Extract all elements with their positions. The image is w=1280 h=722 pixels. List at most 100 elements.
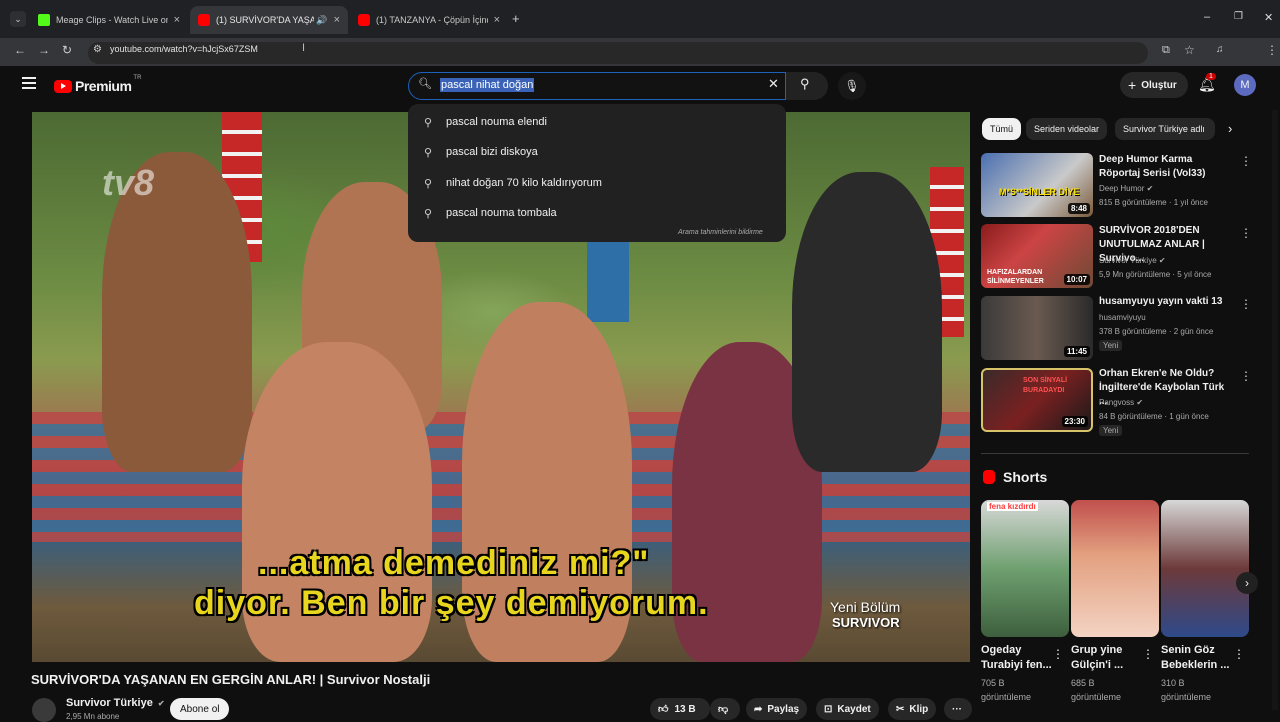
video-meta: 815 B görüntüleme · 1 yıl önce bbox=[1099, 198, 1208, 207]
chevron-right-icon[interactable]: › bbox=[1228, 121, 1232, 136]
channel-name-text: Survivor Türkiye bbox=[1099, 256, 1157, 265]
video-thumbnail[interactable]: 11:45 bbox=[981, 296, 1093, 360]
page-scrollbar[interactable] bbox=[1272, 110, 1278, 710]
more-options-icon[interactable]: ⋮ bbox=[1240, 154, 1252, 168]
thumbs-down-icon: 👎︎ bbox=[718, 704, 729, 715]
bookmark-star-icon[interactable]: ☆ bbox=[1184, 43, 1195, 57]
short-views: 685 B görüntüleme bbox=[1071, 676, 1121, 704]
hamburger-menu-icon[interactable] bbox=[22, 77, 36, 89]
logo-text: Premium bbox=[75, 78, 132, 94]
voice-search-button[interactable]: 🎙︎ bbox=[838, 72, 866, 100]
video-thumbnail[interactable]: SON SİNYALİ BURADAYDI 23:30 bbox=[981, 368, 1093, 432]
thumbnail-caption: HAFIZALARDAN SİLİNMEYENLER bbox=[987, 269, 1044, 285]
save-button[interactable]: ⊡ Kaydet bbox=[816, 698, 879, 720]
like-button[interactable]: 👍︎ 13 B bbox=[650, 698, 710, 720]
site-info-icon[interactable]: ⚙ bbox=[93, 44, 102, 55]
subscribe-button[interactable]: Abone ol bbox=[170, 698, 230, 720]
reload-icon[interactable]: ↻ bbox=[62, 43, 72, 57]
tab-title: (1) SURVİVOR'DA YAŞANAN bbox=[216, 15, 315, 25]
logo-country-code: TR bbox=[133, 75, 142, 81]
more-options-icon[interactable]: ⋮ bbox=[1240, 369, 1252, 383]
chip-series-videos[interactable]: Seriden videolar bbox=[1026, 118, 1108, 140]
clear-search-icon[interactable]: ✕ bbox=[768, 76, 779, 92]
suggestion-item[interactable]: pascal nouma elendi bbox=[446, 116, 547, 128]
close-tab-icon[interactable]: × bbox=[334, 14, 340, 26]
video-title[interactable]: Deep Humor Karma Röportaj Serisi (Vol33) bbox=[1099, 153, 1234, 181]
chip-all[interactable]: Tümü bbox=[982, 118, 1022, 140]
views-label: görüntüleme bbox=[981, 692, 1032, 702]
video-title[interactable]: husamyuyu yayın vakti 13 bbox=[1099, 295, 1234, 309]
report-predictions-link[interactable]: Arama tahminlerini bildirme bbox=[678, 229, 763, 236]
clip-button[interactable]: ✂ Klip bbox=[888, 698, 937, 720]
create-button[interactable]: + Oluştur bbox=[1120, 72, 1188, 98]
channel-name-text: Deep Humor bbox=[1099, 184, 1145, 193]
more-options-icon[interactable]: ⋮ bbox=[1240, 297, 1252, 311]
forward-arrow-icon[interactable]: → bbox=[38, 43, 50, 57]
browser-tab-tanzanya[interactable]: (1) TANZANYA - Çöpün İçinde × bbox=[350, 6, 508, 34]
short-title[interactable]: Grup yine Gülçin'i ... bbox=[1071, 643, 1143, 673]
channel-name[interactable]: Survivor Türkiye ✔ bbox=[66, 697, 165, 709]
short-title[interactable]: Senin Göz Bebeklerin ... bbox=[1161, 643, 1233, 673]
video-thumbnail[interactable]: M*S**SİNLER DİYE 8:48 bbox=[981, 153, 1093, 217]
close-window-button[interactable]: ✕ bbox=[1264, 11, 1273, 24]
channel-name[interactable]: Deep Humor ✔ bbox=[1099, 184, 1153, 193]
views-count: 705 B bbox=[981, 678, 1005, 688]
duration-badge: 23:30 bbox=[1061, 416, 1088, 427]
suggestion-item[interactable]: pascal bizi diskoya bbox=[446, 146, 538, 158]
tab-title: (1) TANZANYA - Çöpün İçinde bbox=[376, 15, 488, 25]
share-button[interactable]: ➦ Paylaş bbox=[746, 698, 808, 720]
browser-tab-kick[interactable]: Meage Clips - Watch Live on Ki × bbox=[30, 6, 188, 34]
short-title[interactable]: Ogeday Turabiyi fen... bbox=[981, 643, 1053, 673]
youtube-play-icon bbox=[54, 79, 72, 93]
browser-menu-icon[interactable]: ⋮ bbox=[1266, 43, 1278, 57]
cast-icon[interactable]: ⧉ bbox=[1162, 44, 1170, 57]
thumbnail-caption: M*S**SİNLER DİYE bbox=[999, 187, 1080, 197]
short-views: 705 B görüntüleme bbox=[981, 676, 1031, 704]
more-options-icon[interactable]: ⋮ bbox=[1240, 226, 1252, 240]
verified-icon: ✔ bbox=[1146, 184, 1154, 193]
suggestion-item[interactable]: nihat doğan 70 kilo kaldırıyorum bbox=[446, 177, 602, 189]
close-tab-icon[interactable]: × bbox=[494, 14, 500, 26]
bookmark-icon: ⊡ bbox=[824, 703, 833, 715]
notifications-button[interactable]: 🔔︎ 1 bbox=[1198, 73, 1216, 94]
tab-title: Meage Clips - Watch Live on Ki bbox=[56, 15, 168, 25]
channel-watermark: tv8 bbox=[102, 162, 155, 203]
new-tab-button[interactable]: + bbox=[512, 11, 520, 26]
browser-tab-survivor[interactable]: (1) SURVİVOR'DA YAŞANAN 🔊 × bbox=[190, 6, 348, 34]
chip-channel-videos[interactable]: Survivor Türkiye adlı bbox=[1115, 118, 1215, 140]
media-control-icon[interactable]: ♫ bbox=[1216, 44, 1224, 55]
channel-name[interactable]: Pangvoss ✔ bbox=[1099, 398, 1143, 407]
channel-name[interactable]: husamviyuyu bbox=[1099, 313, 1146, 322]
shorts-next-button[interactable]: › bbox=[1236, 572, 1258, 594]
views-count: 310 B bbox=[1161, 678, 1185, 688]
subtitle-line-1: ...atma demediniz mi?" bbox=[258, 544, 650, 582]
duration-badge: 8:48 bbox=[1067, 203, 1090, 214]
video-meta: 378 B görüntüleme · 2 gün önce bbox=[1099, 327, 1214, 336]
account-avatar[interactable]: M bbox=[1234, 74, 1256, 96]
youtube-logo[interactable]: Premium TR bbox=[54, 75, 142, 94]
video-thumbnail[interactable]: HAFIZALARDAN SİLİNMEYENLER 10:07 bbox=[981, 224, 1093, 288]
short-thumbnail[interactable] bbox=[1071, 500, 1159, 637]
search-query-text: pascal nihat doğan bbox=[440, 78, 535, 92]
more-actions-button[interactable]: ··· bbox=[944, 698, 972, 720]
tab-search-button[interactable]: ⌄ bbox=[10, 11, 26, 27]
plus-icon: + bbox=[1128, 77, 1137, 93]
notification-badge: 1 bbox=[1206, 73, 1216, 80]
short-thumbnail[interactable] bbox=[1161, 500, 1249, 637]
dislike-button[interactable]: 👎︎ bbox=[710, 698, 740, 720]
maximize-button[interactable]: ❐ bbox=[1234, 11, 1243, 22]
close-tab-icon[interactable]: × bbox=[174, 14, 180, 26]
new-badge: Yeni bbox=[1099, 340, 1123, 351]
more-options-icon[interactable]: ⋮ bbox=[1142, 647, 1154, 661]
more-options-icon[interactable]: ⋮ bbox=[1052, 647, 1064, 661]
more-options-icon[interactable]: ⋮ bbox=[1233, 647, 1245, 661]
audio-playing-icon[interactable]: 🔊 bbox=[316, 15, 327, 26]
back-arrow-icon[interactable]: ← bbox=[14, 43, 26, 57]
suggestion-item[interactable]: pascal nouma tombala bbox=[446, 207, 557, 219]
minimize-button[interactable]: – bbox=[1204, 11, 1210, 23]
youtube-favicon-icon bbox=[358, 14, 370, 26]
short-thumbnail[interactable]: fena kızdırdı bbox=[981, 500, 1069, 637]
channel-avatar[interactable] bbox=[32, 698, 56, 722]
channel-name-text: Pangvoss bbox=[1099, 398, 1135, 407]
channel-name[interactable]: Survivor Türkiye ✔ bbox=[1099, 256, 1166, 265]
